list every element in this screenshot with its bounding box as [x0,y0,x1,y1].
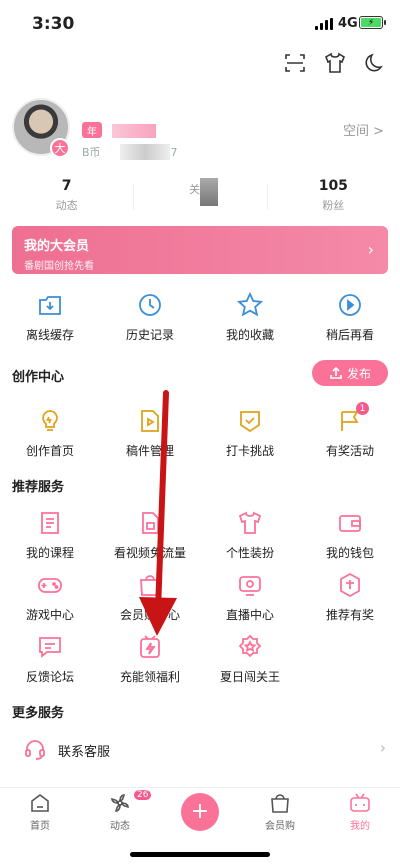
stat-dynamic[interactable]: 7 动态 [0,178,133,218]
manuscript-icon [135,406,165,436]
tshirt-icon [235,508,265,538]
vip-title: 我的大会员 [24,239,90,254]
username-blurred [112,124,156,138]
quick-favorites[interactable]: 我的收藏 [200,290,300,343]
service-empty-slot [300,632,400,685]
scan-icon[interactable] [282,50,308,76]
live-icon [235,570,265,600]
battery-icon: ⚡ [359,16,386,29]
profile-card[interactable]: 大 年 B币 37 空间 > [12,98,388,164]
sim-icon [135,508,165,538]
vip-year-tag: 年 [82,122,102,138]
service-wallet[interactable]: 我的钱包 [300,508,400,561]
service-game-center[interactable]: 游戏中心 [0,570,100,623]
space-link[interactable]: 空间 > [343,120,384,139]
contact-service-label: 联系客服 [58,745,111,760]
service-referral-reward[interactable]: 推荐有奖 [300,570,400,623]
section-title-creation: 创作中心 [12,370,65,385]
bottom-tab-bar: 首页 26 动态 + 会员购 我的 [0,787,400,835]
tshirt-icon[interactable] [322,50,348,76]
vip-subtitle: 番剧国创抢先看 [24,261,94,272]
download-icon [35,290,65,320]
home-indicator [130,852,270,857]
service-free-data[interactable]: 看视频免流量 [100,508,200,561]
medal-icon [235,632,265,662]
upload-icon [330,366,342,379]
tab-member-shop[interactable]: 会员购 [240,788,320,835]
feedback-icon [35,632,65,662]
tab-mine[interactable]: 我的 [320,788,400,835]
checkin-icon [235,406,265,436]
course-icon [35,508,65,538]
status-time: 3:30 [32,14,75,34]
wallet-icon [335,508,365,538]
dynamic-count-badge: 26 [134,790,152,800]
signal-icon [315,18,333,30]
history-icon [135,290,165,320]
quick-watch-later[interactable]: 稍后再看 [300,290,400,343]
stat-fans[interactable]: 105 粉丝 [266,178,400,218]
recommend-row-2: 游戏中心 会员购中心 直播中心 推荐有奖 [0,570,400,623]
creation-manuscripts[interactable]: 稿件管理 [100,406,200,459]
vip-banner[interactable]: 我的大会员 番剧国创抢先看 › [12,226,388,274]
fan-icon [111,793,129,812]
tab-home[interactable]: 首页 [0,788,80,835]
status-bar: 3:30 4G ⚡ [0,0,400,46]
notification-badge: 1 [356,402,369,415]
chevron-right-icon: › [379,738,386,757]
vip-dot-badge: 大 [50,138,70,158]
service-dress-up[interactable]: 个性装扮 [200,508,300,561]
service-live-center[interactable]: 直播中心 [200,570,300,623]
top-toolbar [282,50,388,76]
service-charge-benefits[interactable]: 充能领福利 [100,632,200,685]
service-member-shop[interactable]: 会员购中心 [100,570,200,623]
charge-icon [135,632,165,662]
chevron-right-icon: › [367,240,374,259]
contact-service-row[interactable]: 联系客服 › [0,730,400,770]
recommend-row-3: 反馈论坛 充能领福利 夏日闯关王 [0,632,400,685]
creation-home[interactable]: 创作首页 [0,406,100,459]
watch-later-icon [335,290,365,320]
quick-offline-cache[interactable]: 离线缓存 [0,290,100,343]
flag-icon: 1 [335,402,369,436]
section-title-recommend: 推荐服务 [12,480,65,495]
tab-create[interactable]: + [160,788,240,835]
creation-prize-events[interactable]: 1 有奖活动 [300,402,400,459]
following-count-blurred [200,178,218,206]
reward-icon [335,570,365,600]
gamepad-icon [35,570,65,600]
service-feedback-forum[interactable]: 反馈论坛 [0,632,100,685]
bulb-icon [35,406,65,436]
quick-actions: 离线缓存 历史记录 我的收藏 稍后再看 [0,290,400,343]
star-icon [235,290,265,320]
shopping-bag-icon [135,570,165,600]
quick-history[interactable]: 历史记录 [100,290,200,343]
network-label: 4G [338,16,358,31]
tv-icon [350,793,370,812]
service-summer-challenge[interactable]: 夏日闯关王 [200,632,300,685]
moon-icon[interactable] [362,50,388,76]
coin-info-blurred [120,144,170,160]
bag-icon [271,793,289,813]
section-title-more: 更多服务 [12,706,65,721]
creation-checkin[interactable]: 打卡挑战 [200,406,300,459]
publish-button[interactable]: 发布 [312,360,388,386]
creation-grid: 创作首页 稿件管理 打卡挑战 1 有奖活动 [0,402,400,459]
tab-dynamic[interactable]: 26 动态 [80,788,160,835]
headset-icon [24,738,46,760]
home-icon [31,793,49,812]
recommend-row-1: 我的课程 看视频免流量 个性装扮 我的钱包 [0,508,400,561]
plus-icon: + [181,792,219,831]
service-my-courses[interactable]: 我的课程 [0,508,100,561]
